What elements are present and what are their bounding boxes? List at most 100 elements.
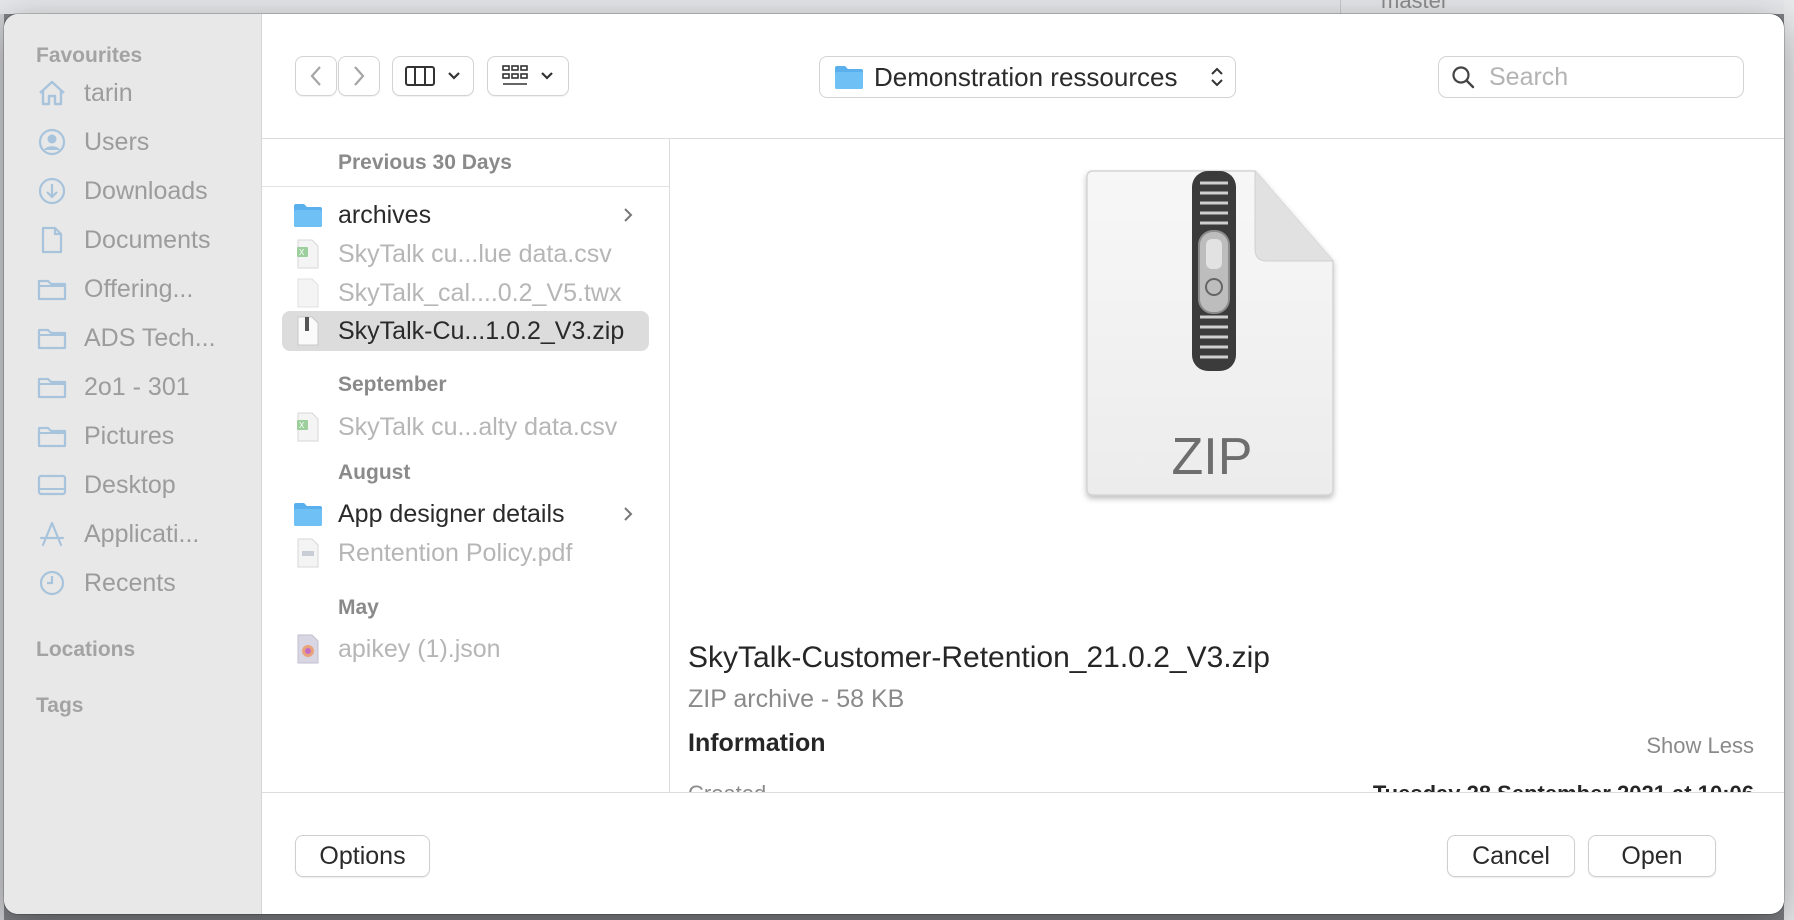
toolbar: Demonstration ressources	[262, 14, 1784, 139]
file-name: Rentention Policy.pdf	[338, 538, 573, 567]
background-branch-selector: master	[1340, 0, 1741, 14]
file-name: App designer details	[338, 499, 565, 528]
sidebar-item-label: Recents	[84, 568, 176, 597]
cancel-button[interactable]: Cancel	[1447, 835, 1575, 877]
section-header-august: August	[338, 461, 411, 484]
clock-icon	[36, 569, 68, 597]
file-name: archives	[338, 200, 432, 229]
list-item-skytalk-twx: SkyTalk_cal....0.2_V5.twx	[282, 273, 649, 313]
locations-heading[interactable]: Locations	[36, 638, 135, 662]
file-list: Previous 30 Days archives X SkyTalk cu..…	[262, 139, 670, 804]
list-item-apikey-json: apikey (1).json	[282, 629, 649, 669]
csv-file-icon: X	[291, 410, 325, 444]
folder-icon	[36, 373, 68, 401]
background-branch-label: master	[1381, 0, 1449, 13]
file-name: SkyTalk cu...lue data.csv	[338, 239, 612, 268]
search-icon	[1452, 66, 1475, 89]
information-heading: Information	[688, 729, 826, 757]
list-item-retention-policy-pdf: Rentention Policy.pdf	[282, 533, 649, 573]
zip-file-icon	[291, 314, 325, 348]
sidebar-item-label: tarin	[84, 78, 133, 107]
chevron-right-icon	[354, 66, 365, 86]
download-icon	[36, 177, 68, 205]
sidebar-item-offering[interactable]: Offering...	[36, 269, 251, 309]
sidebar: Favourites tarin Users Downloads Documen…	[4, 14, 262, 914]
show-less-link[interactable]: Show Less	[1646, 733, 1754, 759]
background-app-right	[1784, 0, 1794, 920]
csv-file-icon: X	[291, 237, 325, 271]
sidebar-item-documents[interactable]: Documents	[36, 220, 251, 260]
pdf-file-icon	[291, 536, 325, 570]
sidebar-item-label: Desktop	[84, 470, 176, 499]
sidebar-item-label: Applicati...	[84, 519, 200, 548]
back-button[interactable]	[295, 56, 337, 96]
tags-heading[interactable]: Tags	[36, 694, 83, 718]
sidebar-item-label: Users	[84, 127, 150, 156]
list-item-app-designer-details[interactable]: App designer details	[282, 494, 649, 534]
file-name: apikey (1).json	[338, 634, 501, 663]
folder-icon	[36, 275, 68, 303]
section-divider	[262, 186, 669, 187]
chevron-down-icon	[448, 72, 460, 80]
options-button[interactable]: Options	[295, 835, 430, 877]
svg-text:X: X	[299, 421, 305, 430]
folder-icon	[291, 497, 325, 531]
folder-icon	[36, 324, 68, 352]
sidebar-item-label: Pictures	[84, 421, 175, 450]
forward-button[interactable]	[338, 56, 380, 96]
up-down-chevron-icon	[1211, 67, 1223, 87]
document-icon	[36, 226, 68, 254]
chevron-right-icon	[624, 507, 633, 521]
preview-file-name: SkyTalk-Customer-Retention_21.0.2_V3.zip	[688, 641, 1270, 674]
file-name: SkyTalk_cal....0.2_V5.twx	[338, 278, 622, 307]
sidebar-item-recents[interactable]: Recents	[36, 563, 251, 603]
file-name: SkyTalk cu...alty data.csv	[338, 412, 618, 441]
folder-icon	[36, 422, 68, 450]
list-item-skytalk-value-csv: X SkyTalk cu...lue data.csv	[282, 234, 649, 274]
sidebar-item-downloads[interactable]: Downloads	[36, 171, 251, 211]
search-input[interactable]	[1487, 61, 1721, 93]
group-by-button[interactable]	[487, 56, 569, 96]
chevron-right-icon	[624, 208, 633, 222]
chevron-left-icon	[310, 66, 321, 86]
chevron-down-icon	[541, 72, 553, 80]
sidebar-item-ads-tech[interactable]: ADS Tech...	[36, 318, 251, 358]
applications-icon	[36, 520, 68, 548]
sidebar-item-2o1-301[interactable]: 2o1 - 301	[36, 367, 251, 407]
file-name: SkyTalk-Cu...1.0.2_V3.zip	[338, 316, 625, 345]
sidebar-item-desktop[interactable]: Desktop	[36, 465, 251, 505]
sidebar-item-applications[interactable]: Applicati...	[36, 514, 251, 554]
list-item-skytalk-loyalty-csv: X SkyTalk cu...alty data.csv	[282, 407, 649, 447]
list-item-skytalk-zip[interactable]: SkyTalk-Cu...1.0.2_V3.zip	[282, 311, 649, 351]
location-popup[interactable]: Demonstration ressources	[819, 56, 1236, 98]
sidebar-item-label: ADS Tech...	[84, 323, 216, 352]
open-file-dialog: Favourites tarin Users Downloads Documen…	[4, 14, 1784, 914]
sidebar-item-label: Downloads	[84, 176, 208, 205]
section-header-previous-30-days: Previous 30 Days	[338, 151, 512, 174]
user-circle-icon	[36, 128, 68, 156]
sidebar-item-tarin[interactable]: tarin	[36, 73, 251, 113]
dialog-footer: Options Cancel Open	[262, 792, 1784, 914]
grid-icon	[502, 65, 528, 85]
favourites-heading: Favourites	[36, 44, 143, 67]
zip-badge-label: ZIP	[1171, 428, 1253, 486]
columns-view-icon	[405, 66, 435, 86]
sidebar-item-label: Documents	[84, 225, 211, 254]
search-field[interactable]	[1438, 56, 1744, 98]
generic-file-icon	[291, 276, 325, 310]
open-button[interactable]: Open	[1588, 835, 1716, 877]
folder-icon	[835, 66, 863, 89]
sidebar-item-pictures[interactable]: Pictures	[36, 416, 251, 456]
current-folder-label: Demonstration ressources	[874, 61, 1178, 92]
sidebar-item-label: Offering...	[84, 274, 194, 303]
section-header-september: September	[338, 373, 447, 396]
home-icon	[36, 79, 68, 107]
list-item-archives[interactable]: archives	[282, 195, 649, 235]
sidebar-item-users[interactable]: Users	[36, 122, 251, 162]
folder-icon	[291, 198, 325, 232]
json-file-icon	[291, 632, 325, 666]
sidebar-item-label: 2o1 - 301	[84, 372, 190, 401]
preview-kind-size: ZIP archive - 58 KB	[688, 685, 905, 713]
svg-text:X: X	[299, 248, 305, 257]
view-mode-button[interactable]	[392, 56, 474, 96]
